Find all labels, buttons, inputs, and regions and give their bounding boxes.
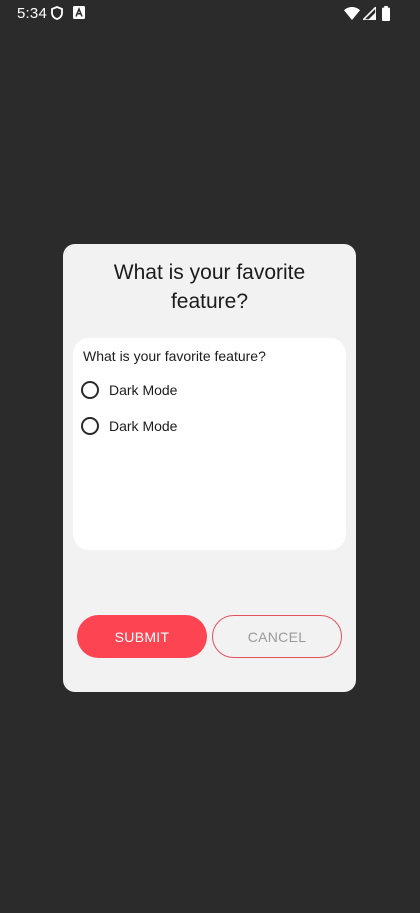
screen: 5:34 What is your favorite feature? What… — [0, 0, 420, 913]
feedback-dialog: What is your favorite feature? What is y… — [63, 244, 356, 692]
radio-option-label: Dark Mode — [109, 382, 178, 398]
status-bar: 5:34 — [0, 0, 420, 28]
radio-option-dark-mode-2[interactable]: Dark Mode — [81, 415, 177, 437]
wifi-icon — [344, 7, 360, 20]
radio-option-dark-mode-1[interactable]: Dark Mode — [81, 379, 177, 401]
dialog-title: What is your favorite feature? — [113, 261, 306, 313]
signal-icon — [363, 7, 376, 20]
cancel-button[interactable]: CANCEL — [212, 615, 342, 658]
a-box-icon — [73, 6, 85, 19]
radio-button[interactable] — [81, 381, 99, 399]
submit-button[interactable]: SUBMIT — [77, 615, 207, 658]
status-time: 5:34 — [17, 5, 47, 22]
shield-icon — [51, 6, 63, 20]
question-label: What is your favorite feature? — [83, 348, 266, 364]
radio-button[interactable] — [81, 417, 99, 435]
radio-option-label: Dark Mode — [109, 418, 178, 434]
battery-icon — [382, 6, 390, 21]
question-card: What is your favorite feature? Dark Mode… — [73, 338, 346, 550]
